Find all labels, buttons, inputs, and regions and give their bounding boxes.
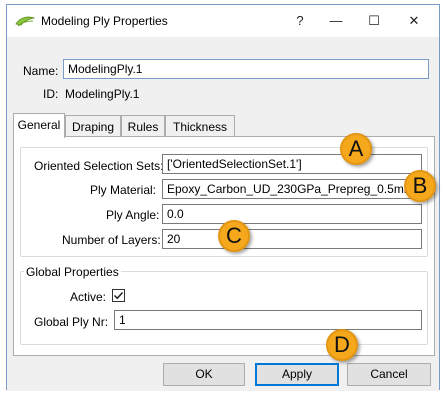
ply-angle-label: Ply Angle:: [106, 208, 160, 222]
layers-input[interactable]: 20: [162, 229, 422, 249]
callout-b: B: [404, 170, 436, 202]
help-button[interactable]: ?: [283, 9, 317, 33]
callout-d: D: [326, 329, 358, 361]
active-checkbox[interactable]: [112, 289, 125, 302]
tab-rules[interactable]: Rules: [121, 115, 165, 137]
button-bar: OK Apply Cancel: [7, 359, 439, 391]
tab-general[interactable]: General: [13, 113, 65, 138]
apply-button[interactable]: Apply: [255, 363, 339, 386]
name-label: Name:: [23, 64, 59, 78]
callout-c: C: [218, 220, 250, 252]
maximize-button[interactable]: ☐: [357, 9, 391, 33]
name-input[interactable]: ModelingPly.1: [63, 59, 429, 79]
oss-label: Oriented Selection Sets:: [34, 159, 164, 173]
tab-draping[interactable]: Draping: [65, 115, 121, 137]
tab-thickness[interactable]: Thickness: [165, 115, 235, 137]
ply-material-field[interactable]: Epoxy_Carbon_UD_230GPa_Prepreg_0.5mm: [162, 179, 422, 199]
ok-button[interactable]: OK: [163, 363, 245, 386]
global-properties-title: Global Properties: [24, 265, 121, 279]
dialog-content: Name: ModelingPly.1 ID: ModelingPly.1 Ge…: [7, 37, 439, 391]
active-label: Active:: [70, 290, 107, 304]
oss-field[interactable]: ['OrientedSelectionSet.1']: [162, 154, 422, 174]
global-ply-nr-input[interactable]: 1: [114, 310, 422, 330]
checkmark-icon: [113, 291, 124, 300]
cancel-button[interactable]: Cancel: [347, 363, 431, 386]
ply-app-icon: [15, 16, 35, 27]
title-bar[interactable]: Modeling Ply Properties ? — ☐ ✕: [7, 5, 439, 37]
id-label: ID:: [43, 87, 59, 101]
ply-material-label: Ply Material:: [90, 183, 157, 197]
minimize-button[interactable]: —: [319, 9, 353, 33]
id-value: ModelingPly.1: [65, 87, 140, 101]
global-ply-nr-label: Global Ply Nr:: [34, 315, 109, 329]
global-properties-group: [20, 271, 428, 345]
ply-angle-input[interactable]: 0.0: [162, 204, 422, 224]
properties-dialog: Modeling Ply Properties ? — ☐ ✕ Name: Mo…: [6, 4, 440, 391]
callout-a: A: [340, 133, 372, 165]
window-title: Modeling Ply Properties: [41, 14, 168, 28]
layers-label: Number of Layers:: [62, 233, 161, 247]
close-button[interactable]: ✕: [397, 9, 431, 33]
